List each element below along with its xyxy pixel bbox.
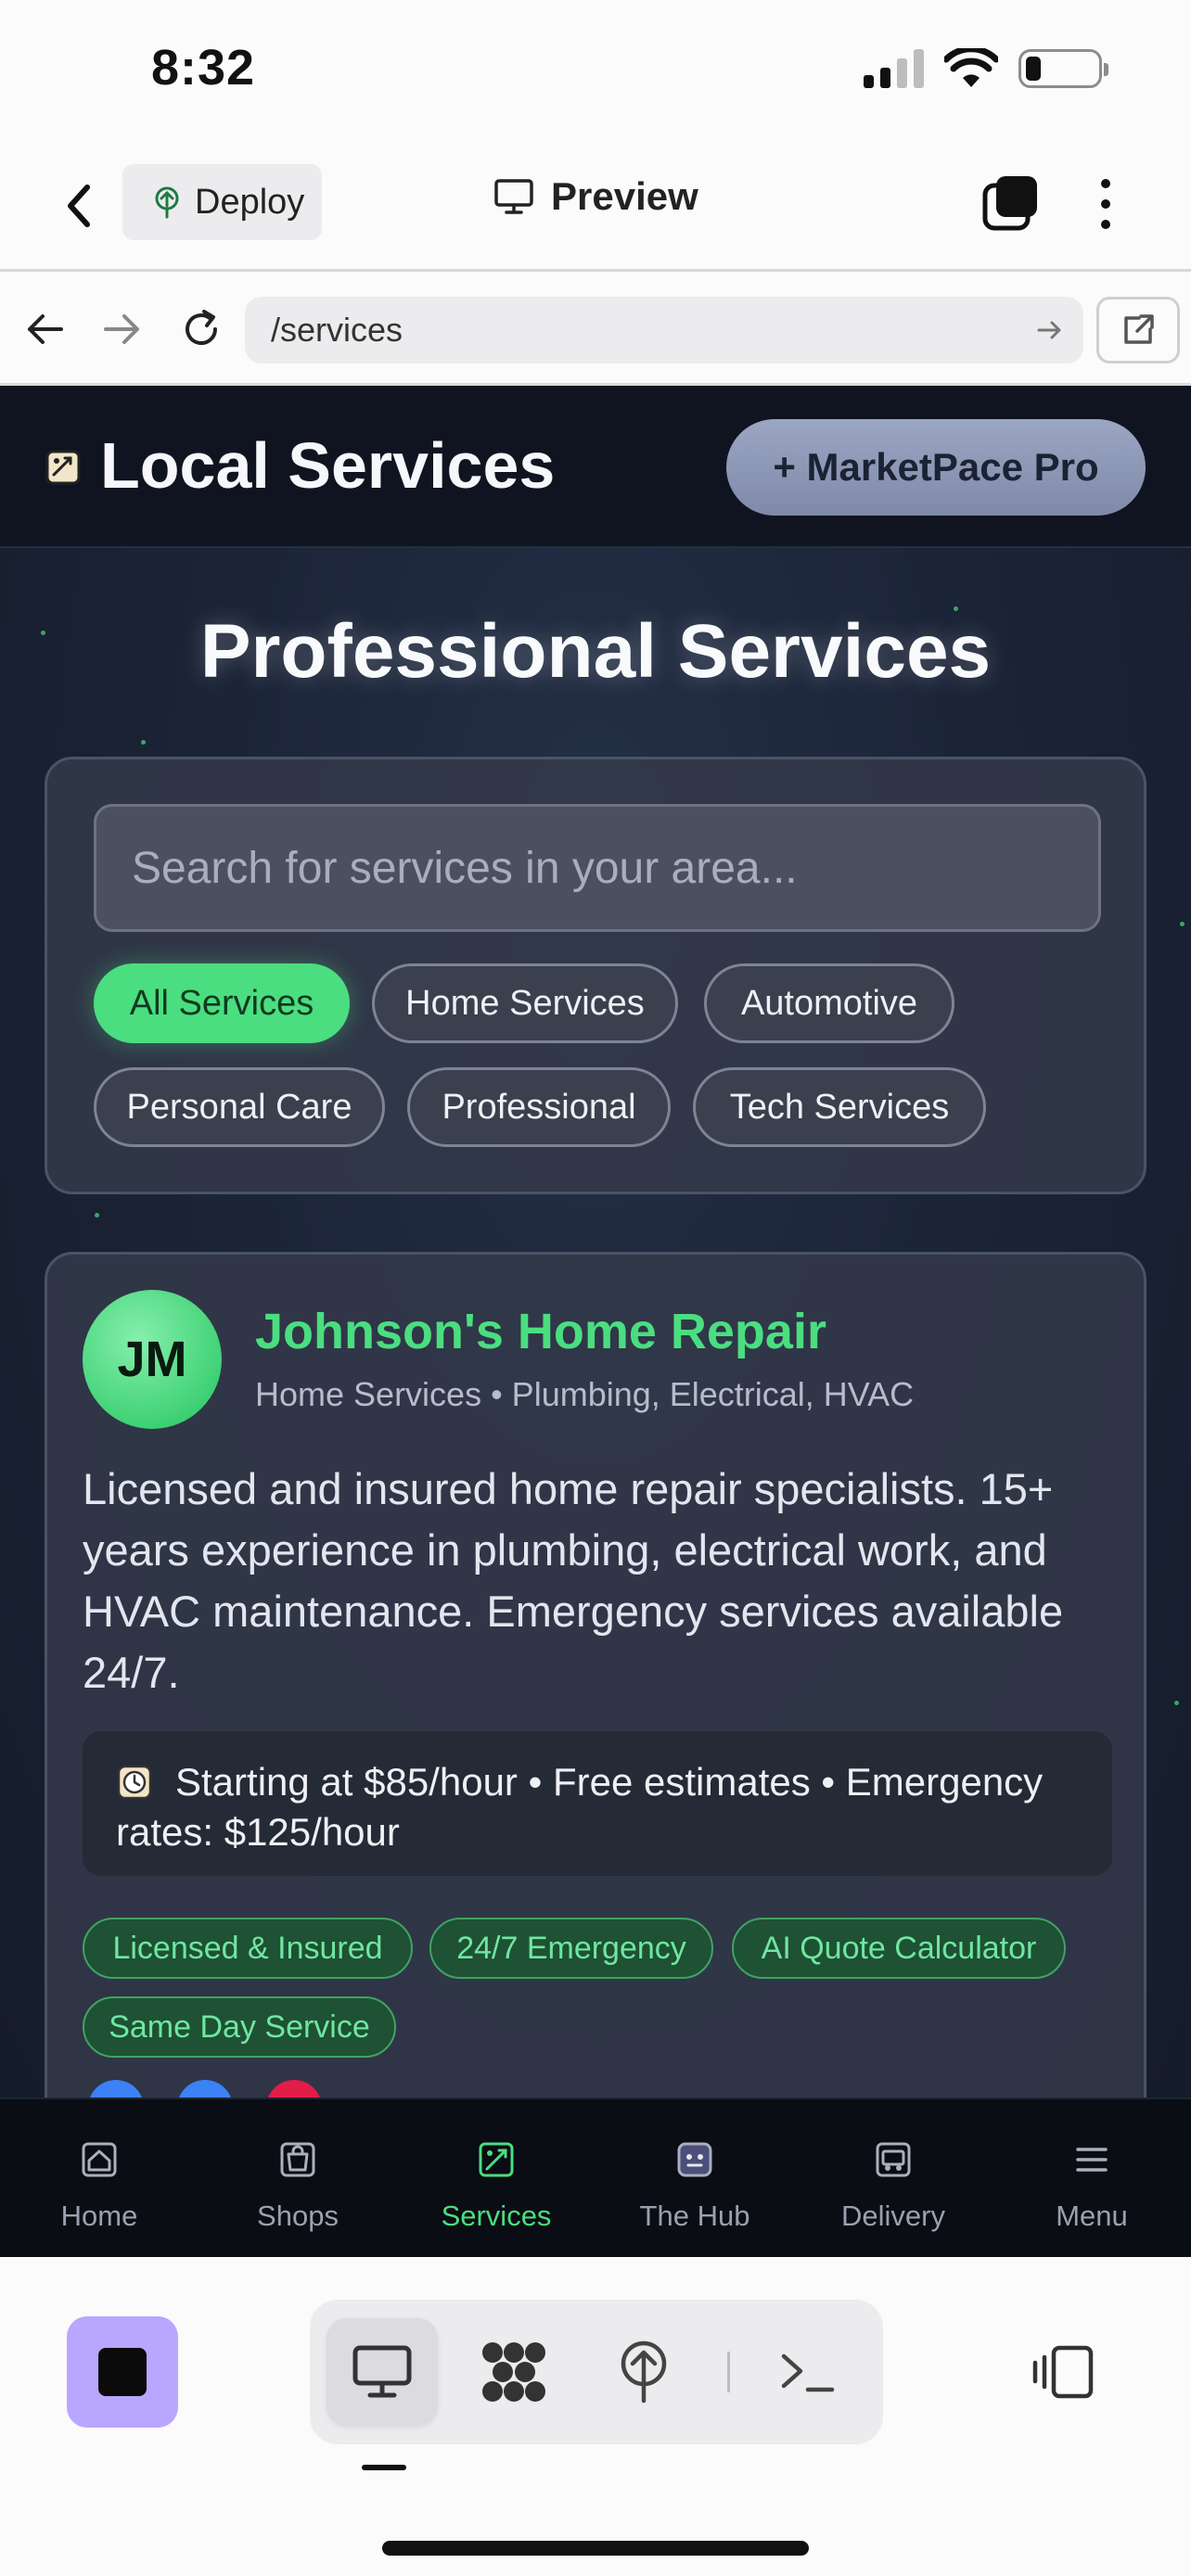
ide-toolbar	[0, 2257, 1191, 2576]
filter-chip-automotive[interactable]: Automotive	[704, 963, 954, 1043]
business-avatar: JM	[83, 1290, 222, 1429]
back-chevron-icon[interactable]	[58, 178, 104, 234]
sparkle-dot	[1174, 1701, 1179, 1705]
favorite-button[interactable]	[266, 2080, 322, 2098]
nav-item-delivery[interactable]: Delivery	[794, 2099, 992, 2259]
deploy-icon	[155, 186, 179, 219]
web-viewport: Local Services + MarketPace Pro Professi…	[0, 386, 1191, 2098]
service-search-input[interactable]	[94, 804, 1101, 932]
pricing-box: Starting at $85/hour • Free estimates • …	[83, 1731, 1112, 1876]
nav-label: Home	[60, 2200, 138, 2232]
status-icons	[864, 48, 1108, 89]
status-time: 8:32	[151, 40, 256, 96]
preview-title: Preview	[493, 174, 698, 219]
services-icon	[479, 2142, 514, 2177]
sparkle-dot	[1180, 922, 1185, 926]
reload-icon[interactable]	[176, 304, 226, 354]
nav-label: Menu	[1056, 2200, 1128, 2232]
deploy-button[interactable]: Deploy	[122, 164, 322, 240]
nav-item-menu[interactable]: Menu	[992, 2099, 1191, 2259]
deploy-label: Deploy	[195, 182, 305, 222]
nav-label: The Hub	[639, 2200, 750, 2232]
monitor-icon	[352, 2345, 412, 2398]
clock-icon	[117, 1765, 152, 1800]
view-switcher	[310, 2300, 883, 2444]
status-bar: 8:32	[0, 0, 1191, 139]
battery-icon	[1018, 49, 1108, 88]
business-category: Home Services • Plumbing, Electrical, HV…	[255, 1375, 915, 1413]
nav-item-services[interactable]: Services	[397, 2099, 596, 2259]
filter-chip-personal-care[interactable]: Personal Care	[94, 1067, 385, 1147]
nav-label: Shops	[257, 2200, 339, 2232]
more-options-icon[interactable]	[1095, 174, 1117, 234]
service-listing-card[interactable]: JM Johnson's Home Repair Home Services •…	[45, 1252, 1146, 2098]
panel-toggle-icon[interactable]	[1030, 2342, 1098, 2402]
sparkle-dot	[141, 740, 146, 745]
url-field[interactable]: /services	[245, 297, 1083, 363]
external-link-icon	[1124, 314, 1154, 344]
forward-arrow-icon[interactable]	[96, 304, 147, 354]
monitor-icon	[494, 179, 533, 214]
workspace-view-button[interactable]	[458, 2318, 570, 2426]
preview-label: Preview	[551, 174, 698, 218]
pricing-text: Starting at $85/hour • Free estimates • …	[116, 1760, 1044, 1854]
marketpace-pro-button[interactable]: + MarketPace Pro	[726, 419, 1146, 516]
message-button[interactable]	[177, 2080, 233, 2098]
tabs-icon[interactable]	[981, 172, 1041, 232]
tag-ai-quote-calculator: AI Quote Calculator	[732, 1918, 1066, 1979]
nav-label: Services	[441, 2200, 552, 2232]
back-arrow-icon[interactable]	[20, 304, 70, 354]
filter-chip-professional[interactable]: Professional	[407, 1067, 671, 1147]
contact-button[interactable]	[88, 2080, 144, 2098]
nav-item-the-hub[interactable]: The Hub	[596, 2099, 794, 2259]
deploy-icon	[621, 2340, 667, 2404]
business-description: Licensed and insured home repair special…	[83, 1464, 1064, 1697]
tag-licensed-insured: Licensed & Insured	[83, 1918, 413, 1979]
toolbar-divider	[727, 2352, 730, 2392]
hamburger-menu-icon	[1076, 2148, 1108, 2172]
services-logo-icon	[45, 450, 81, 485]
sparkle-dot	[95, 1213, 99, 1218]
stop-icon	[98, 2348, 147, 2396]
console-view-button[interactable]	[751, 2318, 863, 2426]
shopping-bag-icon	[280, 2142, 315, 2177]
grid-blobs-icon	[482, 2342, 545, 2402]
filter-chip-all-services[interactable]: All Services	[94, 963, 350, 1043]
wifi-icon	[944, 48, 998, 87]
stop-button[interactable]	[67, 2316, 178, 2428]
site-bottom-nav: Home Shops Services The Hub Delivery Men…	[0, 2098, 1191, 2257]
home-icon	[82, 2142, 117, 2177]
delivery-truck-icon	[876, 2142, 911, 2177]
nav-item-shops[interactable]: Shops	[198, 2099, 397, 2259]
app-header: Deploy Preview	[0, 139, 1191, 272]
business-name[interactable]: Johnson's Home Repair	[255, 1303, 826, 1360]
active-view-indicator	[362, 2465, 406, 2470]
tag-same-day-service: Same Day Service	[83, 1996, 396, 2058]
url-text: /services	[271, 311, 403, 349]
terminal-icon	[781, 2353, 835, 2392]
site-header: Local Services + MarketPace Pro	[0, 386, 1191, 548]
go-arrow-icon[interactable]	[1035, 315, 1065, 345]
cellular-signal-icon	[864, 49, 924, 88]
home-indicator[interactable]	[382, 2541, 809, 2556]
preview-view-button[interactable]	[327, 2318, 438, 2426]
open-external-button[interactable]	[1096, 297, 1180, 363]
hub-icon	[677, 2142, 712, 2177]
deployments-view-button[interactable]	[588, 2318, 699, 2426]
filter-chip-home-services[interactable]: Home Services	[372, 963, 678, 1043]
filter-chip-tech-services[interactable]: Tech Services	[693, 1067, 986, 1147]
nav-item-home[interactable]: Home	[0, 2099, 198, 2259]
url-bar: /services	[0, 274, 1191, 386]
tag-24-7-emergency: 24/7 Emergency	[429, 1918, 713, 1979]
nav-label: Delivery	[841, 2200, 945, 2232]
site-title: Local Services	[100, 429, 556, 502]
hero-title: Professional Services	[199, 609, 992, 694]
search-filter-card: All Services Home Services Automotive Pe…	[45, 757, 1146, 1194]
